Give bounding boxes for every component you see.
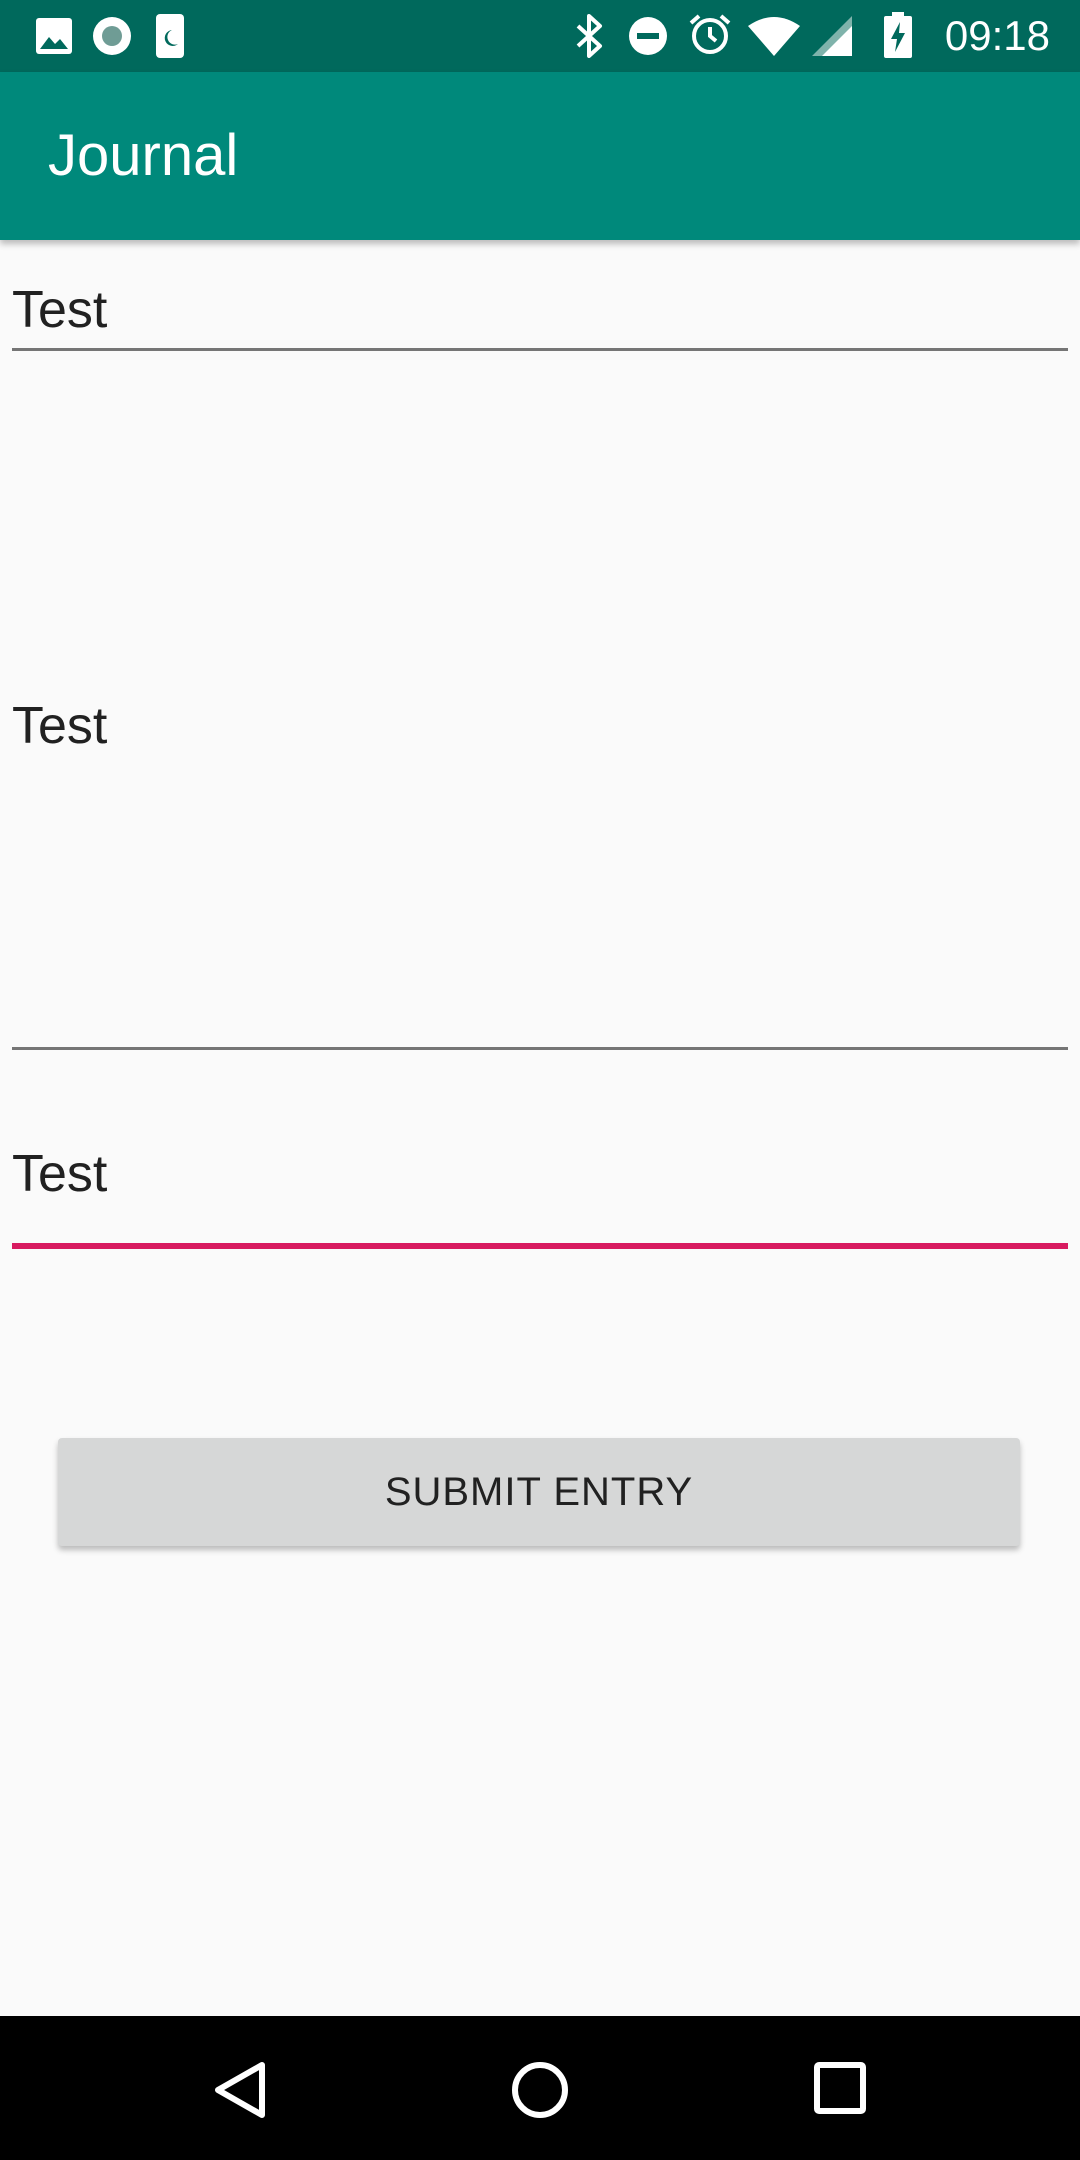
app-bar: Journal — [0, 72, 1080, 240]
home-icon[interactable] — [510, 2060, 570, 2120]
cell-signal-icon — [812, 16, 852, 56]
navigation-bar — [0, 2016, 1080, 2160]
bluetooth-icon — [576, 14, 602, 58]
record-icon — [93, 17, 131, 55]
tag-field-value: Test — [12, 1145, 108, 1203]
status-bar: 09:18 — [0, 0, 1080, 72]
back-icon[interactable] — [212, 2060, 268, 2120]
app-title: Journal — [48, 123, 239, 188]
title-field-underline — [12, 348, 1068, 351]
body-field-underline — [12, 1047, 1068, 1050]
do-not-disturb-icon — [629, 17, 667, 55]
submit-entry-button[interactable]: SUBMIT ENTRY — [58, 1438, 1020, 1546]
recents-icon[interactable] — [814, 2062, 866, 2114]
title-field-value: Test — [12, 281, 108, 339]
image-icon — [36, 18, 72, 54]
status-time: 09:18 — [944, 12, 1050, 59]
alarm-icon — [689, 14, 731, 54]
journal-form: Test Test Test SUBMIT ENTRY — [0, 240, 1080, 2016]
body-field-value: Test — [12, 697, 108, 755]
battery-charging-icon — [884, 12, 912, 58]
wifi-icon — [748, 17, 800, 56]
moon-icon — [156, 14, 184, 58]
tag-field-underline-focused — [12, 1243, 1068, 1249]
